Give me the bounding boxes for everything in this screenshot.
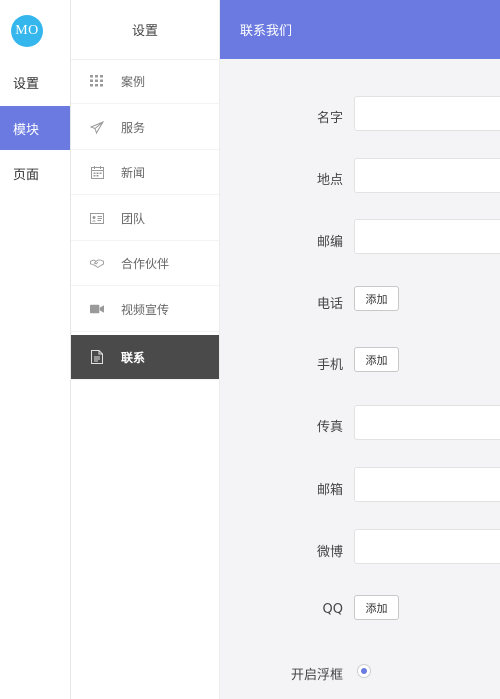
module-item-partners[interactable]: 合作伙伴 bbox=[71, 241, 219, 286]
float-box-label: 开启浮框 bbox=[290, 668, 343, 683]
module-item-label: 视频宣传 bbox=[121, 302, 170, 317]
module-item-label: 案例 bbox=[121, 74, 146, 89]
nav-item-pages[interactable]: 页面 bbox=[0, 151, 70, 195]
paper-plane-icon bbox=[90, 120, 104, 134]
logo[interactable]: MO bbox=[11, 15, 43, 47]
module-sidebar: 设置 案例 服务 新闻 团队 合作伙伴 视频宣传 联系 bbox=[71, 0, 220, 699]
module-sidebar-title: 设置 bbox=[71, 0, 219, 60]
mobile-label: 手机 bbox=[316, 358, 343, 373]
page-title: 联系我们 bbox=[220, 0, 500, 59]
module-item-cases[interactable]: 案例 bbox=[71, 59, 219, 104]
radio-dot bbox=[361, 668, 367, 674]
document-icon bbox=[90, 350, 104, 364]
add-mobile-button[interactable]: 添加 bbox=[354, 347, 399, 372]
calendar-icon bbox=[90, 165, 104, 179]
qq-label: QQ bbox=[322, 602, 343, 617]
grid-icon bbox=[90, 74, 104, 88]
video-camera-icon bbox=[90, 302, 104, 316]
module-item-label: 合作伙伴 bbox=[121, 256, 170, 271]
add-qq-button[interactable]: 添加 bbox=[354, 595, 399, 620]
handshake-icon bbox=[90, 256, 104, 270]
module-item-news[interactable]: 新闻 bbox=[71, 150, 219, 195]
fax-input[interactable] bbox=[354, 405, 500, 440]
module-item-label: 团队 bbox=[121, 211, 146, 226]
nav-item-settings[interactable]: 设置 bbox=[0, 60, 70, 104]
email-label: 邮箱 bbox=[316, 483, 343, 498]
module-item-label: 新闻 bbox=[121, 165, 146, 180]
weibo-input[interactable] bbox=[354, 529, 500, 564]
weibo-label: 微博 bbox=[316, 545, 343, 560]
location-label: 地点 bbox=[316, 173, 343, 188]
nav-item-modules[interactable]: 模块 bbox=[0, 106, 70, 150]
module-item-team[interactable]: 团队 bbox=[71, 196, 219, 241]
name-input[interactable] bbox=[354, 96, 500, 131]
email-input[interactable] bbox=[354, 467, 500, 502]
main-panel: 联系我们 名字 地点 邮编 电话 添加 手机 添加 传真 邮箱 微博 QQ 添加… bbox=[220, 0, 500, 699]
module-item-label: 服务 bbox=[121, 120, 146, 135]
module-item-services[interactable]: 服务 bbox=[71, 105, 219, 150]
module-item-video[interactable]: 视频宣传 bbox=[71, 287, 219, 332]
postcode-input[interactable] bbox=[354, 219, 500, 254]
module-item-contact[interactable]: 联系 bbox=[71, 335, 219, 380]
postcode-label: 邮编 bbox=[316, 235, 343, 250]
id-card-icon bbox=[90, 211, 104, 225]
fax-label: 传真 bbox=[316, 420, 343, 435]
add-phone-button[interactable]: 添加 bbox=[354, 286, 399, 311]
location-input[interactable] bbox=[354, 158, 500, 193]
name-label: 名字 bbox=[316, 111, 343, 126]
module-item-label: 联系 bbox=[121, 350, 146, 365]
primary-sidebar: MO 设置 模块 页面 bbox=[0, 0, 71, 699]
float-box-radio[interactable] bbox=[357, 664, 371, 678]
phone-label: 电话 bbox=[316, 297, 343, 312]
